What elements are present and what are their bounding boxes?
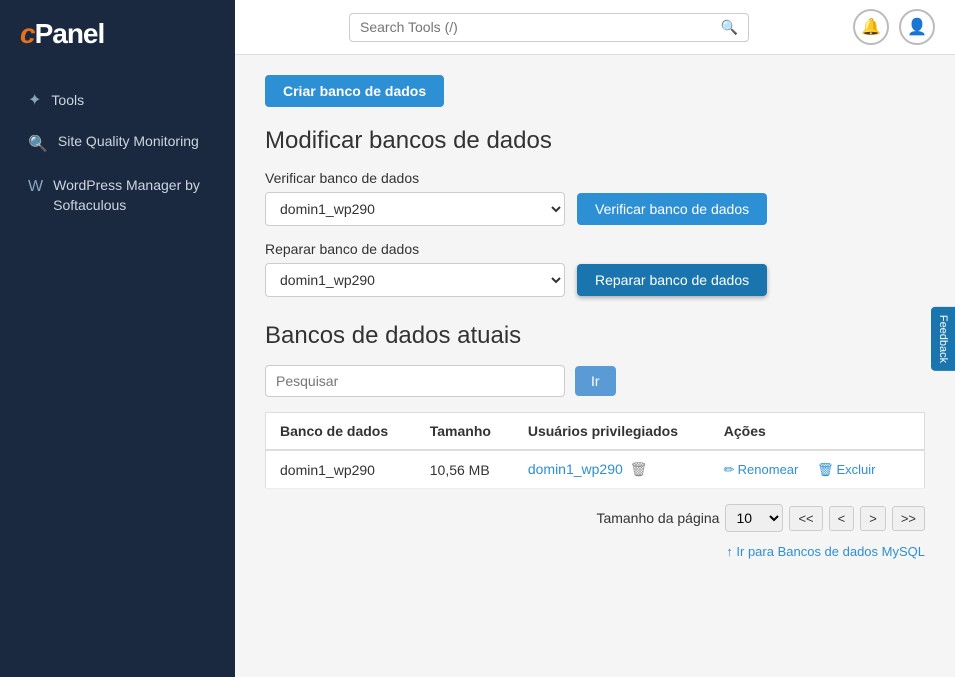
user-icon: 👤 <box>907 17 927 37</box>
modify-section: Modificar bancos de dados Verificar banc… <box>265 127 925 297</box>
top-row: Criar banco de dados <box>265 75 925 107</box>
db-search-input[interactable] <box>265 365 565 397</box>
search-input[interactable] <box>360 19 721 35</box>
last-page-button[interactable]: >> <box>892 506 925 531</box>
sidebar-item-wordpress[interactable]: W WordPress Manager by Softaculous <box>8 166 227 225</box>
pagination-row: Tamanho da página 10 25 50 100 << < > >> <box>265 504 925 532</box>
col-actions: Ações <box>710 413 925 451</box>
first-page-button[interactable]: << <box>789 506 822 531</box>
repair-row: Reparar banco de dados domin1_wp290 Repa… <box>265 241 925 297</box>
trash-icon: 🗑 <box>630 461 648 477</box>
table-header-row: Banco de dados Tamanho Usuários privileg… <box>266 413 925 451</box>
go-button[interactable]: Ir <box>575 366 616 396</box>
delete-icon: 🗑 <box>817 462 834 477</box>
rename-link[interactable]: ✏Renomear <box>724 462 802 477</box>
col-users: Usuários privilegiados <box>514 413 710 451</box>
sidebar-item-sqm-label: Site Quality Monitoring <box>58 132 199 152</box>
user-link[interactable]: domin1_wp290 <box>528 461 623 477</box>
table-row: domin1_wp290 10,56 MB domin1_wp290 🗑 ✏Re… <box>266 450 925 489</box>
databases-table: Banco de dados Tamanho Usuários privileg… <box>265 412 925 489</box>
page-size-select[interactable]: 10 25 50 100 <box>725 504 783 532</box>
prev-page-button[interactable]: < <box>829 506 855 531</box>
table-body: domin1_wp290 10,56 MB domin1_wp290 🗑 ✏Re… <box>266 450 925 489</box>
sidebar-item-wp-label: WordPress Manager by Softaculous <box>53 176 207 215</box>
search-quality-icon: 🔍 <box>28 134 48 154</box>
repair-label: Reparar banco de dados <box>265 241 925 257</box>
header: 🔍 🔔 👤 <box>235 0 955 55</box>
search-container: 🔍 <box>349 13 749 42</box>
tools-icon: ✦ <box>28 90 41 110</box>
table-head: Banco de dados Tamanho Usuários privileg… <box>266 413 925 451</box>
notifications-button[interactable]: 🔔 <box>853 9 889 45</box>
cell-users: domin1_wp290 🗑 <box>514 450 710 489</box>
delete-link[interactable]: 🗑Excluir <box>817 462 876 477</box>
repair-inline: domin1_wp290 Reparar banco de dados <box>265 263 925 297</box>
cpanel-logo: cPanel <box>0 0 235 70</box>
search-wrapper: 🔍 <box>255 13 843 42</box>
verify-inline: domin1_wp290 Verificar banco de dados <box>265 192 925 226</box>
modify-section-title: Modificar bancos de dados <box>265 127 925 155</box>
sidebar-nav: ✦ Tools 🔍 Site Quality Monitoring W Word… <box>0 70 235 235</box>
current-db-title: Bancos de dados atuais <box>265 322 925 350</box>
col-size: Tamanho <box>416 413 514 451</box>
content-area: Criar banco de dados Modificar bancos de… <box>235 55 955 677</box>
search-icon: 🔍 <box>721 19 738 36</box>
sidebar-item-tools[interactable]: ✦ Tools <box>8 80 227 120</box>
header-icons: 🔔 👤 <box>853 9 935 45</box>
cell-database: domin1_wp290 <box>266 450 416 489</box>
verify-row: Verificar banco de dados domin1_wp290 Ve… <box>265 170 925 226</box>
sidebar-item-site-quality[interactable]: 🔍 Site Quality Monitoring <box>8 122 227 164</box>
user-menu-button[interactable]: 👤 <box>899 9 935 45</box>
bell-icon: 🔔 <box>861 17 881 37</box>
cell-size: 10,56 MB <box>416 450 514 489</box>
current-db-section: Bancos de dados atuais Ir Banco de dados… <box>265 322 925 559</box>
col-database: Banco de dados <box>266 413 416 451</box>
next-page-button[interactable]: > <box>860 506 886 531</box>
verify-button[interactable]: Verificar banco de dados <box>577 193 767 225</box>
main-area: 🔍 🔔 👤 Criar banco de dados Modificar ban… <box>235 0 955 677</box>
repair-select[interactable]: domin1_wp290 <box>265 263 565 297</box>
back-link-row: ↑ Ir para Bancos de dados MySQL <box>265 544 925 559</box>
wordpress-icon: W <box>28 178 43 196</box>
page-size-label: Tamanho da página <box>596 510 719 526</box>
verify-select[interactable]: domin1_wp290 <box>265 192 565 226</box>
sidebar: cPanel ✦ Tools 🔍 Site Quality Monitoring… <box>0 0 235 677</box>
back-link[interactable]: ↑ Ir para Bancos de dados MySQL <box>726 544 925 559</box>
pencil-icon: ✏ <box>724 462 735 477</box>
repair-button[interactable]: Reparar banco de dados <box>577 264 767 296</box>
verify-label: Verificar banco de dados <box>265 170 925 186</box>
sidebar-item-label: Tools <box>51 92 84 108</box>
search-go-row: Ir <box>265 365 925 397</box>
feedback-button[interactable]: Feedback <box>931 306 955 370</box>
create-database-button[interactable]: Criar banco de dados <box>265 75 444 107</box>
cell-actions: ✏Renomear 🗑Excluir <box>710 450 925 489</box>
